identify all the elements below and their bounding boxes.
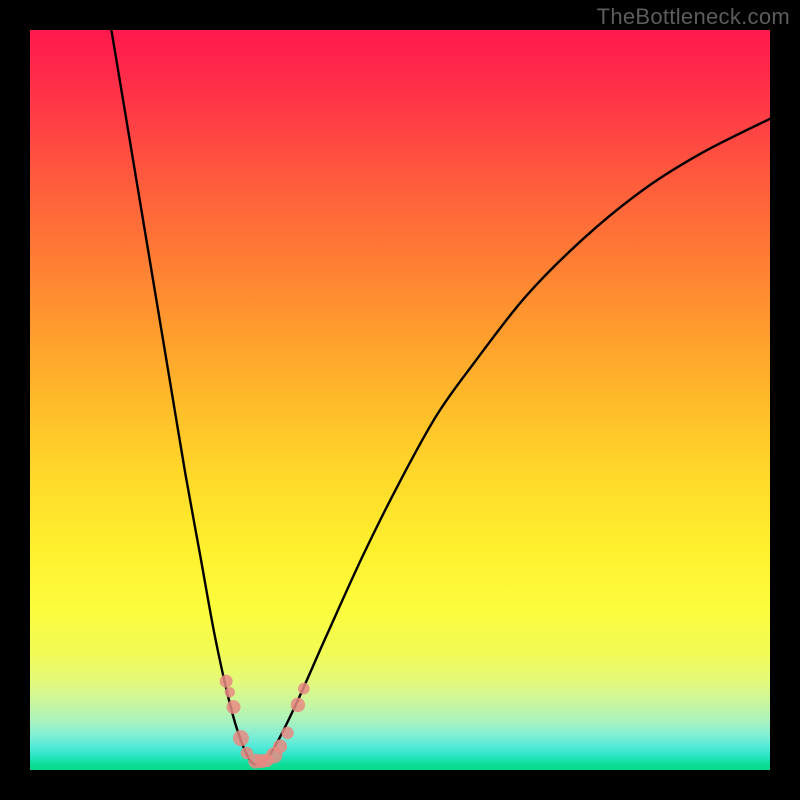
chart-frame: TheBottleneck.com: [0, 0, 800, 800]
data-marker: [291, 698, 305, 712]
data-marker: [281, 727, 293, 739]
watermark-text: TheBottleneck.com: [597, 4, 790, 30]
marker-group: [220, 675, 310, 769]
data-marker: [225, 687, 235, 697]
data-marker: [273, 739, 287, 753]
plot-area: [30, 30, 770, 770]
data-marker: [220, 675, 233, 688]
data-marker: [227, 700, 241, 714]
bottleneck-curve: [111, 30, 770, 764]
data-marker: [233, 730, 249, 746]
data-marker: [298, 683, 310, 695]
chart-svg: [30, 30, 770, 770]
